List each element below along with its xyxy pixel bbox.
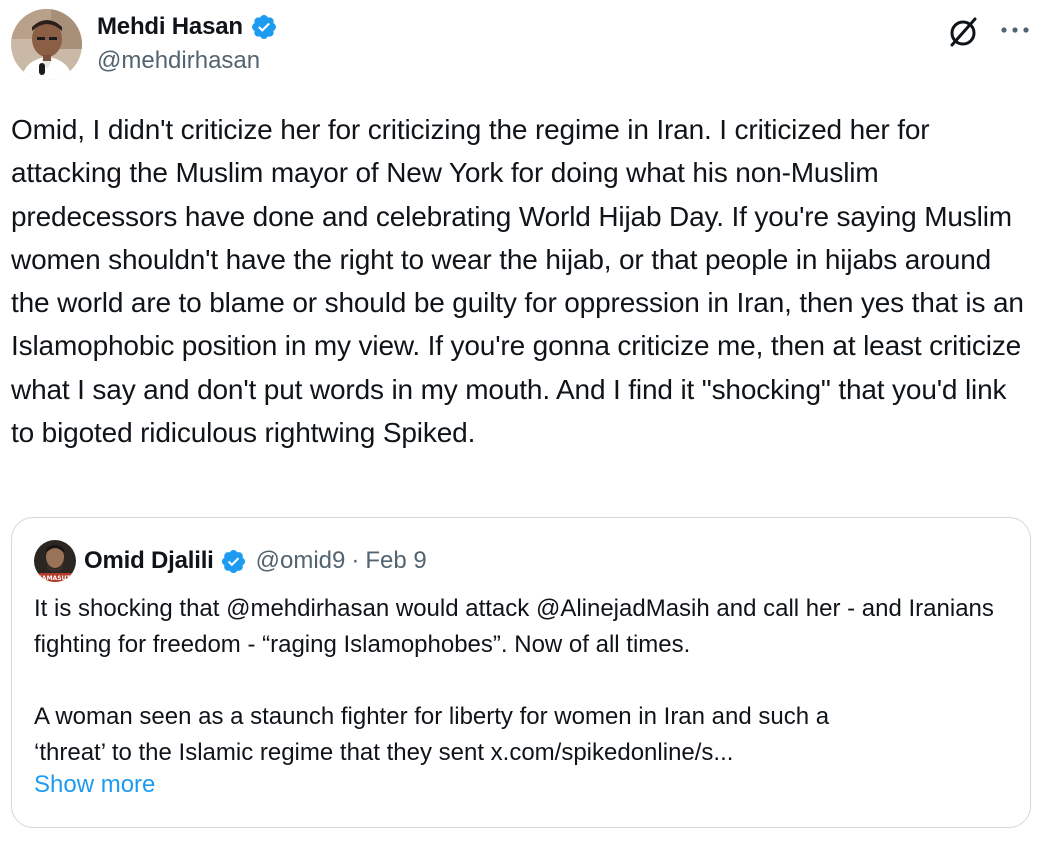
quoted-author-name[interactable]: Omid Djalili xyxy=(84,547,214,575)
verified-badge-icon xyxy=(251,15,276,39)
quoted-author-handle[interactable]: @omid9 xyxy=(256,547,346,575)
quoted-avatar-caption: KAMASUTI xyxy=(37,575,72,582)
author-name[interactable]: Mehdi Hasan xyxy=(97,13,243,41)
quoted-separator: · xyxy=(351,547,360,574)
quoted-paragraph-2-line-2: ‘threat’ to the Islamic regime that they… xyxy=(34,739,734,766)
quoted-tweet-card[interactable]: KAMASUTI Omid Djalili @omid9 · Feb 9 It … xyxy=(11,517,1031,828)
quoted-author-avatar-image: KAMASUTI xyxy=(34,540,76,582)
author-avatar-image xyxy=(11,9,82,80)
quoted-tweet-text: It is shocking that @mehdirhasan would a… xyxy=(34,591,1014,771)
grok-slash-circle-icon[interactable] xyxy=(944,13,982,51)
author-avatar[interactable] xyxy=(11,9,82,80)
quoted-tweet-date[interactable]: Feb 9 xyxy=(365,547,426,575)
author-handle[interactable]: @mehdirhasan xyxy=(97,47,260,75)
more-horizontal-icon[interactable] xyxy=(998,16,1032,44)
author-name-row: Mehdi Hasan xyxy=(97,11,278,43)
quoted-paragraph-1: It is shocking that @mehdirhasan would a… xyxy=(34,595,994,658)
show-more-link[interactable]: Show more xyxy=(34,771,155,799)
quoted-paragraph-2-line-1: A woman seen as a staunch fighter for li… xyxy=(34,703,830,730)
quoted-tweet-header: Omid Djalili @omid9 · Feb 9 xyxy=(84,542,427,580)
quoted-paragraph-gap xyxy=(34,663,1014,699)
quoted-verified-badge-icon xyxy=(221,549,245,573)
quoted-author-avatar[interactable]: KAMASUTI xyxy=(34,540,76,582)
tweet-text: Omid, I didn't criticize her for critici… xyxy=(11,114,1024,449)
